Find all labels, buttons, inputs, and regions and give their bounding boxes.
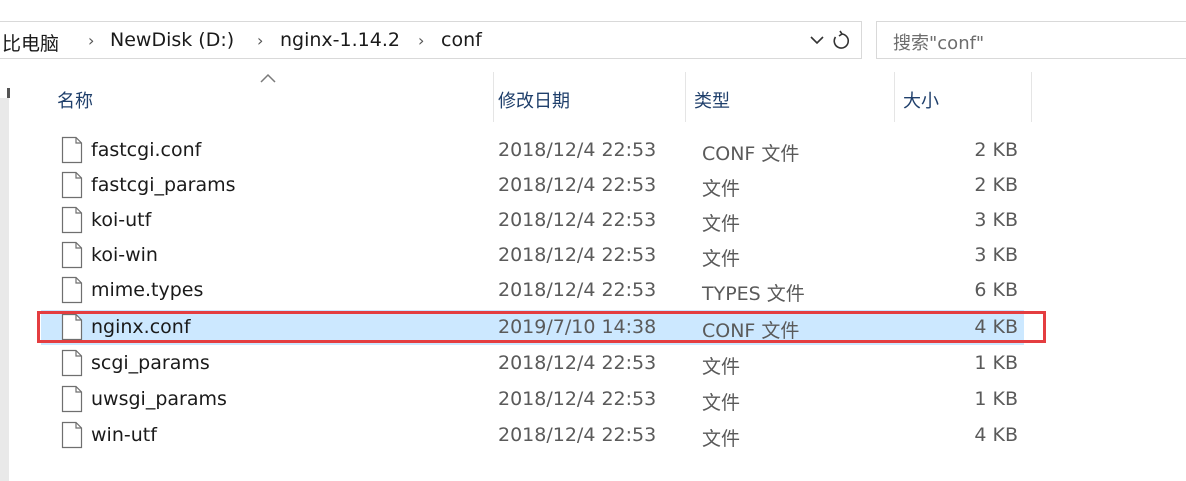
- file-row-selected[interactable]: nginx.conf 2019/7/10 14:38 CONF 文件 4 KB: [41, 310, 1024, 345]
- file-date: 2018/12/4 22:53: [498, 424, 657, 446]
- file-name: koi-win: [91, 244, 158, 266]
- file-type: 文件: [702, 213, 741, 235]
- file-icon: [61, 171, 83, 199]
- file-type: 文件: [702, 178, 741, 200]
- breadcrumb-conf[interactable]: conf: [441, 29, 482, 51]
- file-row[interactable]: uwsgi_params 2018/12/4 22:53 文件 1 KB: [41, 382, 1024, 417]
- file-name: fastcgi.conf: [91, 139, 202, 161]
- column-header-type[interactable]: 类型: [686, 72, 895, 122]
- chevron-down-icon[interactable]: [809, 30, 825, 50]
- file-size: 4 KB: [974, 424, 1018, 446]
- file-row[interactable]: fastcgi_params 2018/12/4 22:53 文件 2 KB: [41, 168, 1024, 203]
- file-date: 2018/12/4 22:53: [498, 174, 657, 196]
- search-input[interactable]: 搜索"conf": [876, 21, 1186, 59]
- breadcrumb-separator[interactable]: ›: [88, 31, 94, 50]
- file-icon: [61, 385, 83, 413]
- file-size: 2 KB: [974, 174, 1018, 196]
- search-placeholder: 搜索"conf": [893, 33, 985, 54]
- column-header-label: 大小: [903, 91, 939, 112]
- breadcrumb-newdisk[interactable]: NewDisk (D:): [110, 29, 234, 51]
- file-row[interactable]: win-utf 2018/12/4 22:53 文件 4 KB: [41, 418, 1024, 453]
- column-header-label: 修改日期: [498, 91, 570, 112]
- navigation-pane-edge[interactable]: [0, 98, 9, 481]
- file-size: 4 KB: [974, 316, 1018, 338]
- address-bar[interactable]: 比电脑 › NewDisk (D:) › nginx-1.14.2 › conf: [0, 21, 862, 59]
- file-explorer-window: 比电脑 › NewDisk (D:) › nginx-1.14.2 › conf…: [0, 0, 1186, 481]
- file-row[interactable]: koi-win 2018/12/4 22:53 文件 3 KB: [41, 238, 1024, 273]
- file-date: 2018/12/4 22:53: [498, 139, 657, 161]
- file-icon: [61, 241, 83, 269]
- file-type: 文件: [702, 392, 741, 414]
- file-date: 2019/7/10 14:38: [498, 316, 657, 338]
- file-date: 2018/12/4 22:53: [498, 352, 657, 374]
- file-name: koi-utf: [91, 209, 152, 231]
- file-row[interactable]: fastcgi.conf 2018/12/4 22:53 CONF 文件 2 K…: [41, 133, 1024, 168]
- file-icon: [61, 421, 83, 449]
- file-icon: [61, 313, 83, 341]
- file-date: 2018/12/4 22:53: [498, 388, 657, 410]
- file-size: 1 KB: [974, 388, 1018, 410]
- breadcrumb-separator[interactable]: ›: [418, 31, 424, 50]
- file-type: 文件: [702, 356, 741, 378]
- file-size: 1 KB: [974, 352, 1018, 374]
- file-date: 2018/12/4 22:53: [498, 209, 657, 231]
- file-size: 2 KB: [974, 139, 1018, 161]
- file-icon: [61, 206, 83, 234]
- file-type: TYPES 文件: [702, 283, 805, 305]
- column-header-name[interactable]: 名称: [41, 72, 494, 122]
- column-header-date[interactable]: 修改日期: [494, 72, 686, 122]
- file-type: CONF 文件: [702, 143, 800, 165]
- file-date: 2018/12/4 22:53: [498, 279, 657, 301]
- file-size: 6 KB: [974, 279, 1018, 301]
- file-type: 文件: [702, 248, 741, 270]
- file-row[interactable]: scgi_params 2018/12/4 22:53 文件 1 KB: [41, 346, 1024, 381]
- file-size: 3 KB: [974, 209, 1018, 231]
- file-name: uwsgi_params: [91, 388, 227, 410]
- pane-splitter[interactable]: [7, 88, 10, 98]
- breadcrumb-this-pc[interactable]: 比电脑: [2, 29, 59, 56]
- file-icon: [61, 276, 83, 304]
- file-size: 3 KB: [974, 244, 1018, 266]
- file-name: nginx.conf: [91, 316, 191, 338]
- column-header-label: 名称: [57, 91, 93, 112]
- column-header-size[interactable]: 大小: [895, 72, 1032, 122]
- file-icon: [61, 349, 83, 377]
- file-type: CONF 文件: [702, 320, 800, 342]
- file-type: 文件: [702, 428, 741, 450]
- file-name: scgi_params: [91, 352, 210, 374]
- file-row[interactable]: mime.types 2018/12/4 22:53 TYPES 文件 6 KB: [41, 273, 1024, 308]
- refresh-icon[interactable]: [831, 30, 851, 52]
- file-row[interactable]: koi-utf 2018/12/4 22:53 文件 3 KB: [41, 203, 1024, 238]
- file-icon: [61, 136, 83, 164]
- column-header-label: 类型: [694, 91, 730, 112]
- file-name: win-utf: [91, 424, 157, 446]
- file-name: fastcgi_params: [91, 174, 236, 196]
- breadcrumb-nginx[interactable]: nginx-1.14.2: [280, 29, 400, 51]
- file-name: mime.types: [91, 279, 204, 301]
- file-date: 2018/12/4 22:53: [498, 244, 657, 266]
- breadcrumb-separator[interactable]: ›: [257, 31, 263, 50]
